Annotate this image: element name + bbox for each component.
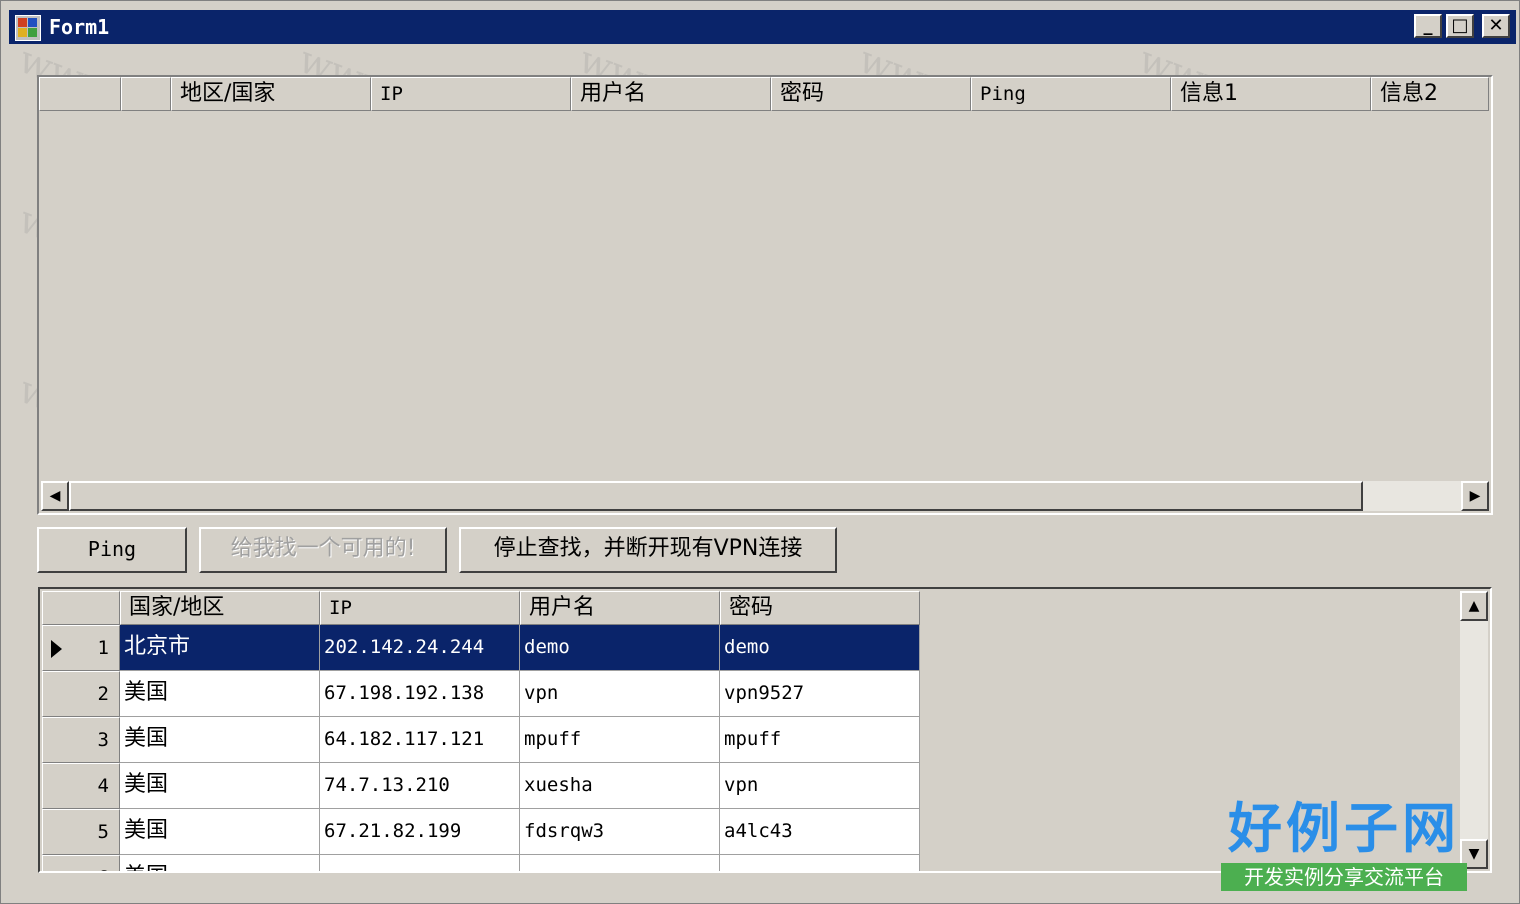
table-row[interactable]: 6 美国 (42, 855, 920, 871)
table-row[interactable]: 4 美国 74.7.13.210 xuesha vpn (42, 763, 920, 809)
find-available-button[interactable]: 给我找一个可用的! (199, 527, 447, 573)
table-row[interactable]: 1 北京市 202.142.24.244 demo demo (42, 625, 920, 671)
grid1-header-username[interactable]: 用户名 (571, 77, 771, 111)
close-button[interactable]: ✕ (1482, 14, 1510, 38)
window-title: Form1 (49, 15, 110, 39)
close-icon: ✕ (1488, 15, 1504, 36)
row-number: 1 (97, 637, 109, 659)
main-window: www.haolizi.com www.haolizi.com www.haol… (0, 0, 1520, 904)
cell-region[interactable]: 美国 (120, 671, 320, 717)
maximize-icon: □ (1451, 15, 1469, 36)
cell-username[interactable]: mpuff (520, 717, 720, 763)
cell-password[interactable]: vpn9527 (720, 671, 920, 717)
cell-username[interactable]: demo (520, 625, 720, 671)
scroll-up-button[interactable]: ▲ (1460, 591, 1488, 621)
scroll-right-button[interactable]: ▶ (1461, 481, 1489, 511)
row-header[interactable]: 5 (42, 809, 120, 855)
cell-password[interactable]: a4lc43 (720, 809, 920, 855)
cell-ip[interactable]: 202.142.24.244 (320, 625, 520, 671)
horizontal-scrollbar[interactable]: ◀ ▶ (41, 481, 1489, 511)
cell-username[interactable]: xuesha (520, 763, 720, 809)
cell-ip[interactable]: 74.7.13.210 (320, 763, 520, 809)
grid1-header-info1[interactable]: 信息1 (1171, 77, 1371, 111)
app-icon[interactable] (15, 15, 41, 41)
cell-username[interactable] (520, 855, 720, 871)
current-row-icon (51, 640, 62, 658)
arrow-right-icon: ▶ (1469, 488, 1481, 504)
cell-region[interactable]: 北京市 (120, 625, 320, 671)
arrow-left-icon: ◀ (49, 488, 61, 504)
cell-ip[interactable] (320, 855, 520, 871)
arrow-down-icon: ▼ (1468, 846, 1480, 862)
horizontal-scroll-thumb[interactable] (69, 481, 1363, 511)
stop-disconnect-button[interactable]: 停止查找，并断开现有VPN连接 (459, 527, 837, 573)
minimize-button[interactable]: _ (1414, 14, 1442, 38)
maximize-button[interactable]: □ (1446, 14, 1474, 38)
grid1-blank-header[interactable] (121, 77, 171, 111)
row-header[interactable]: 2 (42, 671, 120, 717)
grid2-corner-header[interactable] (42, 591, 120, 625)
cell-username[interactable]: vpn (520, 671, 720, 717)
row-header[interactable]: 3 (42, 717, 120, 763)
row-header[interactable]: 6 (42, 855, 120, 871)
cell-region[interactable]: 美国 (120, 763, 320, 809)
cell-password[interactable]: vpn (720, 763, 920, 809)
grid1-header-ip[interactable]: IP (371, 77, 571, 111)
table-row[interactable]: 3 美国 64.182.117.121 mpuff mpuff (42, 717, 920, 763)
title-bar[interactable]: Form1 _ □ ✕ (9, 10, 1516, 44)
cell-ip[interactable]: 64.182.117.121 (320, 717, 520, 763)
table-row[interactable]: 2 美国 67.198.192.138 vpn vpn9527 (42, 671, 920, 717)
row-header[interactable]: 4 (42, 763, 120, 809)
logo-main-text: 好例子网 (1228, 797, 1460, 860)
grid2-header-password[interactable]: 密码 (720, 591, 920, 625)
cell-ip[interactable]: 67.198.192.138 (320, 671, 520, 717)
cell-region[interactable]: 美国 (120, 855, 320, 871)
grid2-header-region[interactable]: 国家/地区 (120, 591, 320, 625)
grid2-header-username[interactable]: 用户名 (520, 591, 720, 625)
table-row[interactable]: 5 美国 67.21.82.199 fdsrqw3 a4lc43 (42, 809, 920, 855)
grid1-corner-header[interactable] (39, 77, 121, 111)
grid1-header-info2[interactable]: 信息2 (1371, 77, 1489, 111)
grid2-header-ip[interactable]: IP (320, 591, 520, 625)
cell-ip[interactable]: 67.21.82.199 (320, 809, 520, 855)
site-logo: 好例子网 开发实例分享交流平台 (1219, 797, 1469, 893)
grid1-header-region[interactable]: 地区/国家 (171, 77, 371, 111)
server-list-grid[interactable]: 地区/国家 IP 用户名 密码 Ping 信息1 信息2 ◀ ▶ (37, 75, 1493, 515)
arrow-up-icon: ▲ (1468, 598, 1480, 614)
cell-region[interactable]: 美国 (120, 809, 320, 855)
grid1-header-ping[interactable]: Ping (971, 77, 1171, 111)
cell-username[interactable]: fdsrqw3 (520, 809, 720, 855)
ping-button[interactable]: Ping (37, 527, 187, 573)
logo-sub-text: 开发实例分享交流平台 (1221, 863, 1467, 891)
cell-password[interactable] (720, 855, 920, 871)
row-header[interactable]: 1 (42, 625, 120, 671)
cell-password[interactable]: demo (720, 625, 920, 671)
cell-region[interactable]: 美国 (120, 717, 320, 763)
minimize-icon: _ (1423, 15, 1433, 36)
scroll-left-button[interactable]: ◀ (41, 481, 69, 511)
grid1-header-password[interactable]: 密码 (771, 77, 971, 111)
cell-password[interactable]: mpuff (720, 717, 920, 763)
